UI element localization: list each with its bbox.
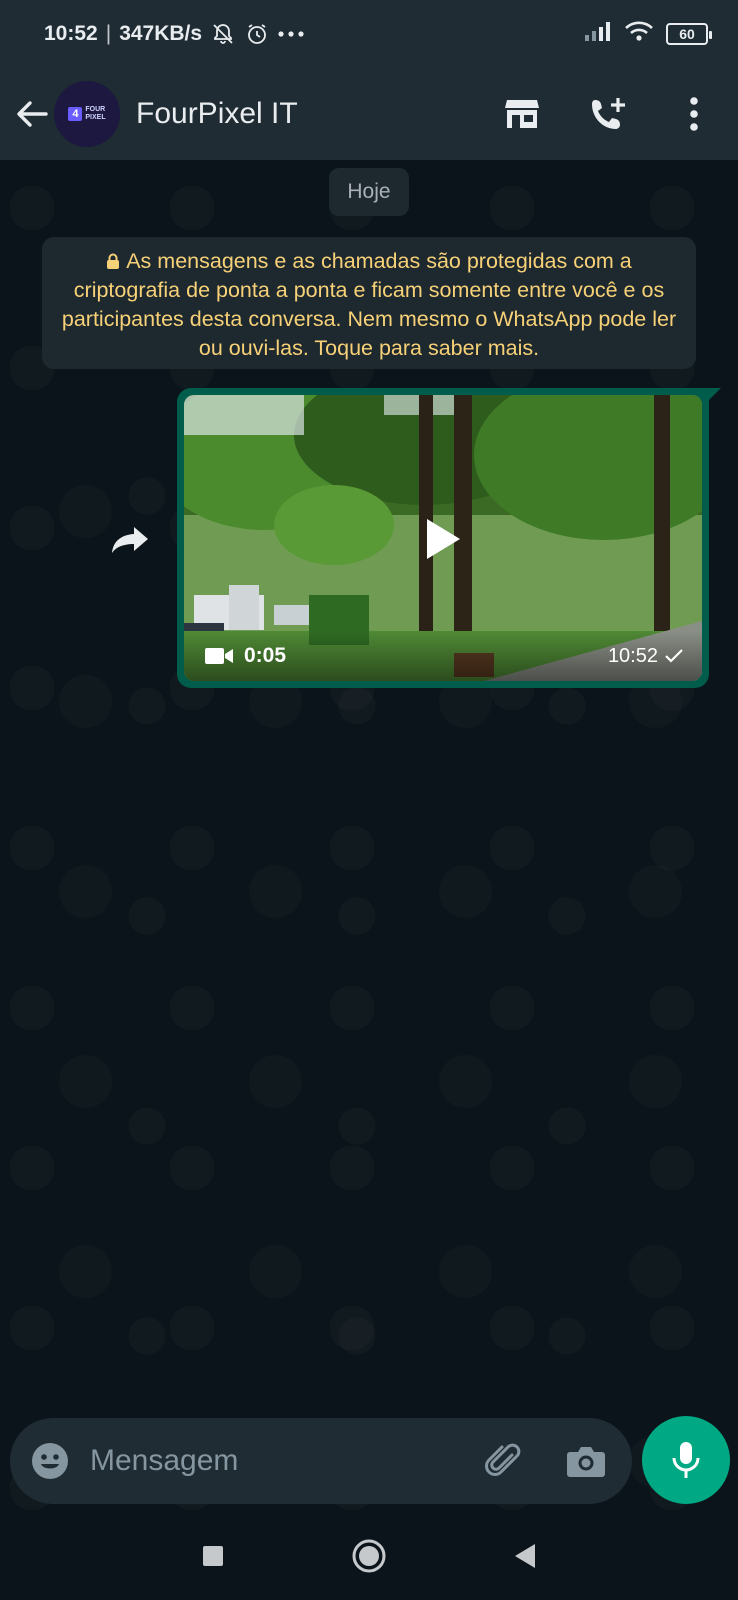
add-call-button[interactable]	[588, 94, 628, 134]
add-call-icon	[592, 98, 625, 129]
video-camera-icon	[205, 648, 233, 664]
status-bar: 10:52 | 347KB/s 60	[0, 0, 738, 68]
mute-notifications-icon	[210, 21, 236, 47]
chat-header: 4 FOUR PIXEL FourPixel IT	[0, 68, 738, 160]
video-message[interactable]: 0:05 10:52	[177, 388, 721, 688]
chat-area[interactable]: Hoje As mensagens e as chamadas são prot…	[0, 160, 738, 1512]
avatar-logo-text: FOUR PIXEL	[85, 106, 106, 121]
system-nav-bar	[0, 1512, 738, 1600]
battery-icon: 60	[666, 23, 712, 45]
lock-icon	[107, 253, 120, 269]
status-left: 10:52 | 347KB/s	[44, 21, 584, 47]
date-chip: Hoje	[329, 168, 409, 216]
back-nav-button[interactable]	[505, 1536, 545, 1576]
more-dots-icon	[278, 21, 304, 47]
video-thumbnail[interactable]: 0:05 10:52	[184, 395, 702, 681]
encryption-notice[interactable]: As mensagens e as chamadas são protegida…	[42, 237, 696, 369]
emoji-icon	[32, 1443, 68, 1479]
camera-button[interactable]	[564, 1439, 608, 1483]
alarm-icon	[244, 21, 270, 47]
square-icon	[203, 1546, 223, 1566]
back-arrow-icon	[17, 101, 48, 127]
recents-button[interactable]	[193, 1536, 233, 1576]
play-icon	[427, 519, 460, 559]
message-composer	[10, 1418, 632, 1504]
avatar[interactable]: 4 FOUR PIXEL	[54, 81, 120, 147]
contact-name[interactable]: FourPixel IT	[136, 97, 502, 131]
message-input[interactable]	[90, 1444, 482, 1478]
status-separator: |	[105, 22, 112, 45]
store-icon	[505, 100, 539, 128]
home-button[interactable]	[349, 1536, 389, 1576]
video-duration: 0:05	[244, 644, 287, 667]
triangle-back-icon	[515, 1544, 535, 1568]
forward-button[interactable]	[110, 518, 150, 562]
signal-icon	[584, 21, 612, 47]
paperclip-icon	[485, 1443, 521, 1476]
more-vert-icon	[690, 97, 698, 131]
message-time: 10:52	[607, 644, 658, 667]
message-time-group: 10:52	[608, 645, 684, 668]
store-button[interactable]	[502, 94, 542, 134]
status-time: 10:52	[44, 22, 98, 45]
circle-home-icon	[352, 1539, 386, 1573]
video-meta: 0:05 10:52	[184, 631, 702, 681]
camera-icon	[567, 1447, 605, 1477]
microphone-icon	[672, 1442, 700, 1478]
single-check-icon	[665, 649, 683, 663]
attach-button[interactable]	[482, 1439, 526, 1483]
network-speed: 347KB/s	[119, 22, 203, 45]
avatar-logo-number: 4	[68, 107, 83, 121]
video-duration-group: 0:05	[204, 644, 608, 668]
back-button[interactable]	[14, 94, 50, 134]
battery-level: 60	[679, 26, 695, 42]
forward-icon	[112, 527, 148, 553]
status-right: 60	[584, 20, 712, 48]
encryption-notice-text: As mensagens e as chamadas são protegida…	[61, 249, 677, 360]
more-options-button[interactable]	[674, 94, 714, 134]
voice-message-button[interactable]	[642, 1416, 730, 1504]
emoji-button[interactable]	[30, 1441, 70, 1481]
wifi-icon	[624, 20, 654, 48]
header-actions	[502, 94, 714, 134]
play-button[interactable]	[413, 509, 473, 569]
